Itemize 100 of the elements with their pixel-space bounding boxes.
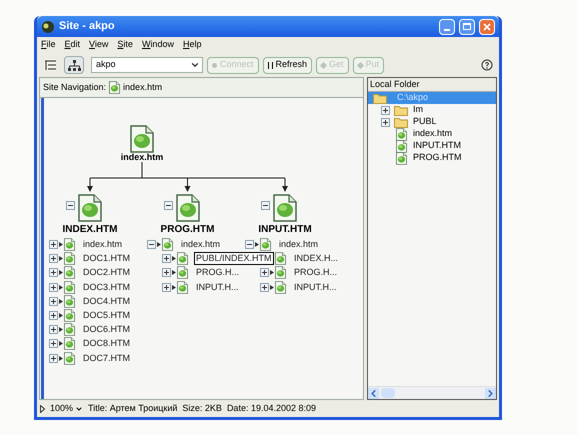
expand-icon[interactable] <box>49 354 58 363</box>
dropdown-caret-icon <box>190 60 200 70</box>
minimize-button[interactable] <box>439 18 455 34</box>
menu-item[interactable]: View <box>89 38 108 52</box>
expand-icon[interactable] <box>49 240 58 249</box>
scroll-left-icon[interactable] <box>368 388 379 398</box>
page-label[interactable]: DOC2.HTM <box>81 266 132 280</box>
page-label[interactable]: index.htm <box>179 238 222 251</box>
expand-icon[interactable] <box>49 282 58 292</box>
collapse-icon[interactable] <box>66 201 75 210</box>
expand-icon[interactable] <box>381 118 390 126</box>
page-label[interactable]: INPUT.H... <box>194 280 241 294</box>
link-arrow-icon <box>270 284 274 290</box>
page-label[interactable]: index.htm <box>81 238 124 251</box>
collapse-icon[interactable] <box>147 240 156 249</box>
file-icon <box>64 238 75 251</box>
collapse-icon[interactable] <box>245 240 254 249</box>
branch-page-label[interactable]: INPUT.HTM <box>245 222 325 237</box>
zoom-caret-icon[interactable] <box>75 404 84 412</box>
maximize-button[interactable] <box>459 18 475 34</box>
file-icon <box>260 238 271 251</box>
file-name[interactable]: INPUT.HTM <box>413 139 461 153</box>
page-label[interactable]: INDEX.H... <box>292 252 340 266</box>
expand-icon[interactable] <box>260 282 269 292</box>
expand-icon[interactable] <box>49 296 58 306</box>
file-icon <box>275 280 286 294</box>
expand-icon[interactable] <box>49 339 58 348</box>
link-arrow-icon <box>172 270 176 276</box>
scroll-thumb[interactable] <box>381 388 395 398</box>
file-icon <box>396 140 406 152</box>
expand-icon[interactable] <box>49 311 58 320</box>
link-arrow-icon <box>59 270 63 276</box>
refresh-button[interactable]: Refresh <box>262 56 312 74</box>
menu-item[interactable]: Site <box>117 38 133 52</box>
expand-icon[interactable] <box>49 268 58 278</box>
close-button[interactable] <box>479 18 495 34</box>
root-page-label[interactable]: index.htm <box>110 151 174 164</box>
menu-item[interactable]: File <box>41 38 56 52</box>
file-icon <box>64 252 75 266</box>
folder-icon <box>394 116 408 128</box>
site-navigation-label: Site Navigation: <box>43 80 106 94</box>
home-page-name: index.htm <box>123 80 162 94</box>
menu-item[interactable]: Help <box>182 38 202 52</box>
page-label[interactable]: INPUT.H... <box>292 280 339 294</box>
file-icon <box>177 266 188 280</box>
scroll-right-icon[interactable] <box>485 388 496 398</box>
link-arrow-icon <box>255 242 259 247</box>
page-size-info: Size: 2KB <box>182 402 222 415</box>
page-label[interactable]: DOC1.HTM <box>81 252 132 266</box>
collapse-icon[interactable] <box>261 201 270 210</box>
page-label[interactable]: DOC4.HTM <box>81 294 132 308</box>
site-map-view-button[interactable] <box>64 56 84 74</box>
app-logo-icon <box>41 20 55 34</box>
page-date-info: Date: 19.04.2002 8:09 <box>226 402 316 415</box>
site-dropdown[interactable]: akpo <box>91 57 203 73</box>
file-icon <box>177 252 188 266</box>
expand-arrow-icon[interactable] <box>40 404 45 412</box>
expand-icon[interactable] <box>49 254 58 264</box>
zoom-level[interactable]: 100% <box>50 402 74 416</box>
local-folder-header[interactable]: Local Folder <box>368 78 496 92</box>
file-name[interactable]: PROG.HTM <box>413 151 462 165</box>
page-label[interactable]: DOC8.HTM <box>81 337 132 350</box>
page-icon <box>109 81 120 94</box>
page-label[interactable]: PUBL/INDEX.HTM <box>194 252 274 266</box>
file-icon <box>177 280 188 294</box>
page-icon <box>78 194 102 222</box>
menu-item[interactable]: Edit <box>64 38 80 52</box>
link-arrow-icon <box>59 242 63 247</box>
branch-page-label[interactable]: INDEX.HTM <box>50 222 130 237</box>
file-icon <box>64 352 75 365</box>
file-icon <box>64 337 75 350</box>
page-label[interactable]: DOC6.HTM <box>81 323 132 336</box>
expand-icon[interactable] <box>162 282 171 292</box>
file-icon <box>64 266 75 280</box>
expand-icon[interactable] <box>162 254 171 264</box>
expand-icon[interactable] <box>381 106 390 114</box>
horizontal-scrollbar[interactable] <box>368 386 496 399</box>
expand-icon[interactable] <box>162 268 171 278</box>
file-icon <box>275 266 286 280</box>
link-arrow-icon <box>59 256 63 262</box>
expand-icon[interactable] <box>260 268 269 278</box>
collapse-icon[interactable] <box>164 201 172 210</box>
page-label[interactable]: DOC5.HTM <box>81 309 132 322</box>
file-name[interactable]: index.htm <box>413 127 452 141</box>
link-arrow-icon <box>59 284 63 290</box>
page-icon <box>273 194 297 222</box>
page-label[interactable]: index.htm <box>277 238 320 251</box>
folder-name[interactable]: Im <box>413 103 423 117</box>
page-label[interactable]: PROG.H... <box>292 266 340 280</box>
page-label[interactable]: DOC3.HTM <box>81 280 132 294</box>
help-icon[interactable] <box>481 59 493 71</box>
file-icon <box>64 294 75 308</box>
site-map-icon <box>67 58 81 72</box>
page-label[interactable]: PROG.H... <box>194 266 242 280</box>
page-label[interactable]: DOC7.HTM <box>81 352 132 365</box>
folder-name[interactable]: PUBL <box>413 115 437 129</box>
menu-item[interactable]: Window <box>142 38 174 52</box>
expand-icon[interactable] <box>49 325 58 334</box>
branch-page-label[interactable]: PROG.HTM <box>148 222 228 237</box>
page-title-info: Title: Артем Троицкий <box>88 402 178 415</box>
